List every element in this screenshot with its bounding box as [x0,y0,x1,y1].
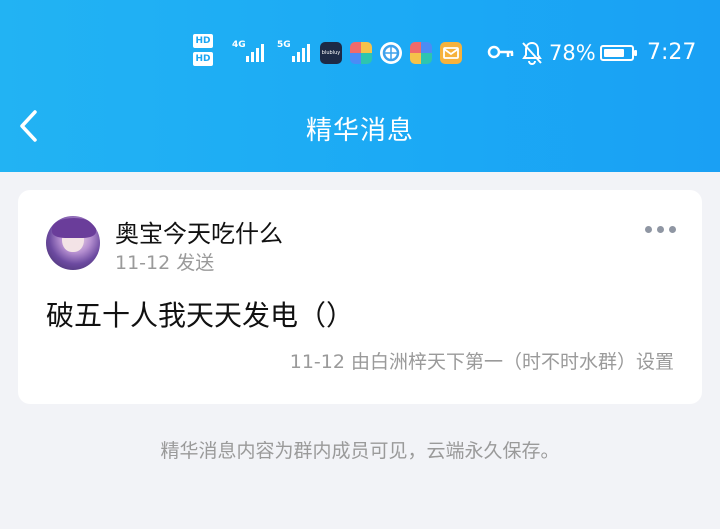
battery-icon [600,45,637,61]
status-bar: HD HD 4G 5G blubluy 78% 7:27 [0,28,720,78]
avatar[interactable] [46,216,100,270]
hd-badge-2: HD [193,52,213,66]
colorful-app-icon [350,42,372,64]
hd-indicators: HD HD [193,34,227,70]
sender-name[interactable]: 奥宝今天吃什么 [115,214,283,249]
network-type-1: 4G [232,40,246,50]
bilibili-app-icon: blubluy [320,42,342,64]
more-dot-icon [657,226,664,233]
clock: 7:27 [647,40,697,65]
message-content[interactable]: 破五十人我天天发电（） [46,294,354,334]
colorful-app-icon-2 [410,42,432,64]
mail-app-icon [440,42,462,64]
mute-bell-icon [520,40,544,70]
footer-note: 精华消息内容为群内成员可见，云端永久保存。 [160,440,560,462]
signal-1-icon [246,40,270,62]
more-options-button[interactable] [645,226,676,233]
send-time: 11-12 发送 [115,252,215,274]
hd-badge-1: HD [193,34,213,48]
set-by-info: 11-12 由白洲梓天下第一（时不时水群）设置 [289,351,674,373]
app-header: HD HD 4G 5G blubluy 78% 7:27 精华消息 [0,0,720,172]
signal-2-icon [292,40,316,62]
more-dot-icon [645,226,652,233]
battery-percent: 78% [549,41,596,65]
more-dot-icon [669,226,676,233]
browser-app-icon [380,42,402,64]
essence-message-card[interactable]: 奥宝今天吃什么 11-12 发送 破五十人我天天发电（） 11-12 由白洲梓天… [18,190,702,404]
page-title: 精华消息 [305,116,414,146]
key-icon [487,42,515,67]
network-type-2: 5G [277,40,291,50]
